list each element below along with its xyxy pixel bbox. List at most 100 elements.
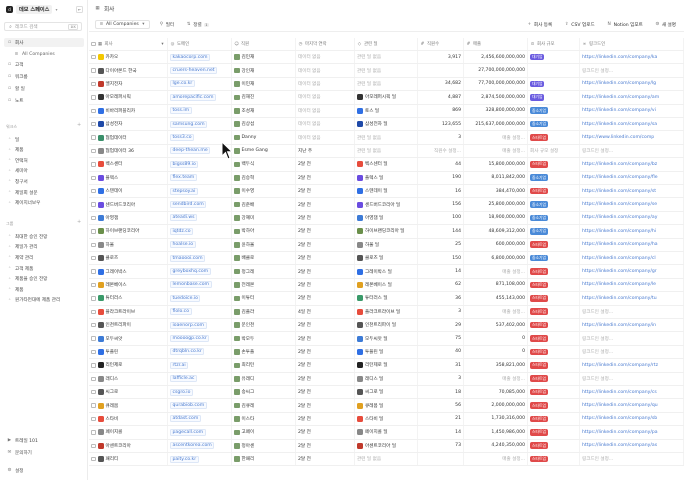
cell-employee[interactable]: 박모두 <box>232 332 296 345</box>
table-row[interactable]: 삼성전자 samsung.com 김상섭 데이터 없음 삼성전자 딜 123,655 215… <box>89 118 684 132</box>
domain-link[interactable]: ioaenorp.com <box>170 321 207 329</box>
table-row[interactable]: 튜터러스 tuedoice.io 이튜터 2달 전 튜터러스 딜 36 455,143,00… <box>89 292 684 306</box>
table-row[interactable]: 인천트리파이 ioaenorp.com 문인천 2달 전 인천트리파이 딜 29 537,4… <box>89 319 684 333</box>
cell-revenue[interactable]: 매출 설정... <box>464 265 528 278</box>
row-checkbox[interactable] <box>91 135 96 140</box>
cell-size[interactable]: 스타트업 <box>528 265 580 278</box>
sidebar-collapse-icon[interactable]: ⇤ <box>76 6 83 13</box>
table-row[interactable]: 아영잼 ateadi.ws 강혜미 2달 전 아영잼 딜 100 18,900,000,00… <box>89 211 684 226</box>
cell-size[interactable]: 스타트업 <box>528 399 580 412</box>
column-header[interactable]: ☺ 직원 <box>232 38 296 50</box>
cell-last-contact[interactable]: 2달 전 <box>296 278 355 292</box>
cell-revenue[interactable]: 70,085,000 <box>464 386 528 399</box>
csv-upload-button[interactable]: ⇪ CSV 업로드 <box>562 20 596 29</box>
cell-deal[interactable]: 플렉스 딜 <box>355 171 418 184</box>
cell-deal[interactable]: 토스 딜 <box>355 104 418 117</box>
domain-link[interactable]: dtrqbln.co.kr <box>170 348 205 356</box>
cell-employee[interactable]: 손투플 <box>232 345 296 359</box>
linkedin-link[interactable]: https://linkedin.com/company/bz <box>582 162 657 167</box>
linkedin-link[interactable]: https://linkedin.com/company/st <box>582 189 656 194</box>
row-checkbox[interactable] <box>91 456 96 462</box>
cell-linkedin[interactable]: https://linkedin.com/company/tu <box>580 292 684 305</box>
cell-name[interactable]: 튜터러스 <box>89 292 168 305</box>
cell-employee[interactable]: Esme Gang <box>232 144 296 158</box>
cell-name[interactable]: 플라크트라이브 <box>89 305 168 318</box>
cell-name[interactable]: 다이아몬드 한국 <box>89 64 168 77</box>
cell-deal[interactable]: 스타비 딜 <box>355 412 418 426</box>
linkedin-link[interactable]: 링크드인 설정... <box>582 148 613 154</box>
cell-size[interactable]: 스타트업 <box>528 453 580 466</box>
linkedin-link[interactable]: https://linkedin.com/company/lg <box>582 81 656 86</box>
cell-revenue[interactable]: 매출 설정... <box>464 131 528 144</box>
domain-link[interactable]: flolo.co <box>170 308 192 316</box>
cell-size[interactable]: 회사 규모 설정 <box>528 144 580 158</box>
cell-revenue[interactable]: 매출 설정... <box>464 372 528 385</box>
cell-size[interactable]: 스타트업 <box>528 372 580 385</box>
row-checkbox[interactable] <box>91 162 96 167</box>
cell-last-contact[interactable]: 2달 전 <box>296 292 355 305</box>
cell-deal[interactable]: 아센트코리아 딜 <box>355 439 418 452</box>
sidebar-item-4[interactable]: ▫ 할 일 <box>4 84 84 93</box>
cell-staff[interactable]: 56 <box>418 399 464 412</box>
cell-staff[interactable]: 62 <box>418 278 464 292</box>
cell-deal[interactable]: 씨그로 딜 <box>355 386 418 399</box>
linkedin-link[interactable]: https://linkedin.com/company/rtz <box>582 363 658 368</box>
cell-size[interactable]: 스타트업 <box>528 131 580 144</box>
cell-deal[interactable]: 모두씨앗 딜 <box>355 332 418 345</box>
cell-deal[interactable]: 관련 딜 없음 <box>355 77 418 91</box>
cell-domain[interactable]: ateadi.ws <box>168 211 232 225</box>
row-checkbox[interactable] <box>91 54 96 60</box>
cell-last-contact[interactable]: 데이터 없음 <box>296 91 355 104</box>
cell-domain[interactable]: greyboxhq.com <box>168 265 232 278</box>
table-row[interactable]: 하이브랜딩코리아 iqtdz.co 박하아 2달 전 하이브랜딩코리아 딜 144 48,6… <box>89 225 684 239</box>
cell-last-contact[interactable]: 2달 전 <box>296 158 355 171</box>
cell-size[interactable]: 중소기업 <box>528 252 580 265</box>
cell-last-contact[interactable]: 2달 전 <box>296 439 355 452</box>
table-row[interactable]: 리턴제로 rtzr.ai 최리턴 2달 전 리턴제로 딜 31 358,821,000 스타트… <box>89 359 684 373</box>
cell-deal[interactable]: 페이지콜 딜 <box>355 426 418 439</box>
cell-employee[interactable]: 강혜미 <box>232 211 296 225</box>
cell-employee[interactable]: 강인재 <box>232 64 296 77</box>
cell-domain[interactable]: flolo.co <box>168 305 232 318</box>
row-checkbox[interactable] <box>91 188 96 194</box>
cell-size[interactable]: 스타트업 <box>528 292 580 305</box>
linkedin-link[interactable]: https://linkedin.com/company/cs <box>582 390 657 395</box>
cell-employee[interactable]: 김상섭 <box>232 118 296 131</box>
row-checkbox[interactable] <box>91 296 96 301</box>
cell-linkedin[interactable]: https://linkedin.com/company/le <box>580 278 684 292</box>
row-checkbox[interactable] <box>91 95 96 100</box>
cell-name[interactable]: 모두씨앗 <box>89 332 168 345</box>
cell-domain[interactable]: rtzr.ai <box>168 359 232 372</box>
row-checkbox[interactable] <box>91 403 96 408</box>
cell-name[interactable]: 패리티 <box>89 453 168 466</box>
cell-linkedin[interactable]: 링크드인 설정... <box>580 144 684 158</box>
cell-linkedin[interactable]: https://linkedin.com/company/qu <box>580 399 684 412</box>
cell-name[interactable]: 아모레퍼시픽 <box>89 91 168 104</box>
row-checkbox[interactable] <box>91 309 96 315</box>
sidebar-item[interactable]: ◦ 제일회 설문 <box>4 188 84 197</box>
cell-deal[interactable]: 관련 딜 없음 <box>355 131 418 144</box>
cell-deal[interactable]: 플라크트라이브 딜 <box>355 305 418 318</box>
row-checkbox[interactable] <box>91 282 96 288</box>
cell-employee[interactable]: 고페이 <box>232 426 296 439</box>
chevron-down-icon[interactable]: ▾ <box>160 42 165 47</box>
cell-name[interactable]: 협업데이터 36 <box>89 144 168 158</box>
cell-revenue[interactable]: 1,730,316,000 <box>464 412 528 426</box>
domain-link[interactable]: cruers-heaven.net <box>170 67 218 75</box>
table-row[interactable]: 페이지콜 pagecall.com 고페이 2달 전 페이지콜 딜 14 1,450,986… <box>89 426 684 440</box>
cell-deal[interactable]: 클로즈 딜 <box>355 252 418 265</box>
cell-size[interactable]: 스타트업 <box>528 158 580 171</box>
domain-link[interactable]: qurabiob.com <box>170 402 207 410</box>
cell-staff[interactable]: 869 <box>418 104 464 117</box>
sidebar-footer-item[interactable]: ▶ 트레일 101 <box>4 436 84 445</box>
table-row[interactable]: 아센트코리아 ascentkorea.com 정아센 2달 전 아센트코리아 딜 73 4,… <box>89 439 684 453</box>
cell-deal[interactable]: 센드버드코리아 딜 <box>355 198 418 211</box>
domain-link[interactable]: bigss89.io <box>170 160 199 168</box>
row-checkbox[interactable] <box>91 242 96 248</box>
cell-revenue[interactable]: 384,470,000 <box>464 185 528 198</box>
domain-link[interactable]: csgro.io <box>170 388 193 396</box>
column-header[interactable]: ⊙ 회사 규모 <box>528 38 580 50</box>
cell-staff[interactable]: 44 <box>418 158 464 171</box>
cell-size[interactable]: 스타트업 <box>528 332 580 345</box>
cell-name[interactable]: 그레이박스 <box>89 265 168 278</box>
